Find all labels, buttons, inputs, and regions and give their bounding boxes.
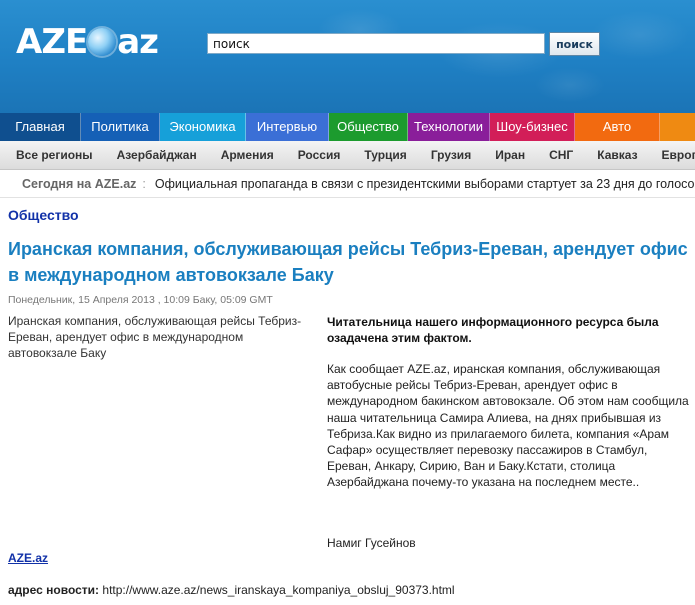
region-link-4[interactable]: Турция xyxy=(364,148,406,162)
site-logo[interactable]: AZE az xyxy=(16,22,159,62)
ticker-headline-link[interactable]: Официальная пропаганда в связи с президе… xyxy=(155,177,695,191)
nav-tab-5[interactable]: Технологии xyxy=(408,113,490,141)
nav-tab-4[interactable]: Общество xyxy=(329,113,408,141)
source-link[interactable]: AZE.az xyxy=(8,551,48,565)
logo-text-az: az xyxy=(117,22,159,62)
nav-tab-1[interactable]: Политика xyxy=(81,113,160,141)
url-label: адрес новости: xyxy=(8,583,100,597)
article-author: Намиг Гусейнов xyxy=(327,536,416,550)
header-world-map xyxy=(240,0,695,113)
article-lead: Читательница нашего информационного ресу… xyxy=(327,315,659,345)
ticker-separator: : xyxy=(142,177,146,191)
nav-tab-8[interactable] xyxy=(660,113,695,141)
nav-tab-3[interactable]: Интервью xyxy=(246,113,329,141)
news-url[interactable]: http://www.aze.az/news_iranskaya_kompani… xyxy=(102,583,454,597)
region-link-3[interactable]: Россия xyxy=(298,148,341,162)
search-button[interactable]: поиск xyxy=(549,32,600,56)
article-title: Иранская компания, обслуживающая рейсы Т… xyxy=(8,239,688,285)
article-date: Понедельник, 15 Апреля 2013 , 10:09 Баку… xyxy=(8,294,273,306)
logo-text-aze: AZE xyxy=(16,22,88,62)
region-link-0[interactable]: Все регионы xyxy=(16,148,93,162)
globe-icon xyxy=(88,28,117,56)
main-navigation: Главная Политика Экономика Интервью Общество… xyxy=(0,113,695,141)
nav-tab-7[interactable]: Авто xyxy=(575,113,660,141)
search-input[interactable] xyxy=(207,33,545,54)
region-link-7[interactable]: СНГ xyxy=(549,148,573,162)
section-link-society[interactable]: Общество xyxy=(8,207,79,223)
region-link-1[interactable]: Азербайджан xyxy=(117,148,197,162)
region-link-2[interactable]: Армения xyxy=(221,148,274,162)
news-url-line: адрес новости: http://www.aze.az/news_ir… xyxy=(8,583,455,597)
region-link-8[interactable]: Кавказ xyxy=(597,148,637,162)
region-link-9[interactable]: Европа xyxy=(662,148,695,162)
region-navigation: Все регионы Азербайджан Армения Россия Турци… xyxy=(0,141,695,170)
nav-tab-0[interactable]: Главная xyxy=(0,113,81,141)
site-header: AZE az поиск xyxy=(0,0,695,113)
region-link-5[interactable]: Грузия xyxy=(431,148,471,162)
nav-tab-2[interactable]: Экономика xyxy=(160,113,246,141)
article-body: Как сообщает AZE.az, иранская компания, … xyxy=(327,362,689,490)
nav-tab-6[interactable]: Шоу-бизнес xyxy=(490,113,575,141)
image-caption: Иранская компания, обслуживающая рейсы Т… xyxy=(8,314,302,360)
news-ticker: Сегодня на AZE.az : Официальная пропаган… xyxy=(0,171,695,198)
ticker-label: Сегодня на AZE.az xyxy=(22,177,137,191)
region-link-6[interactable]: Иран xyxy=(495,148,525,162)
